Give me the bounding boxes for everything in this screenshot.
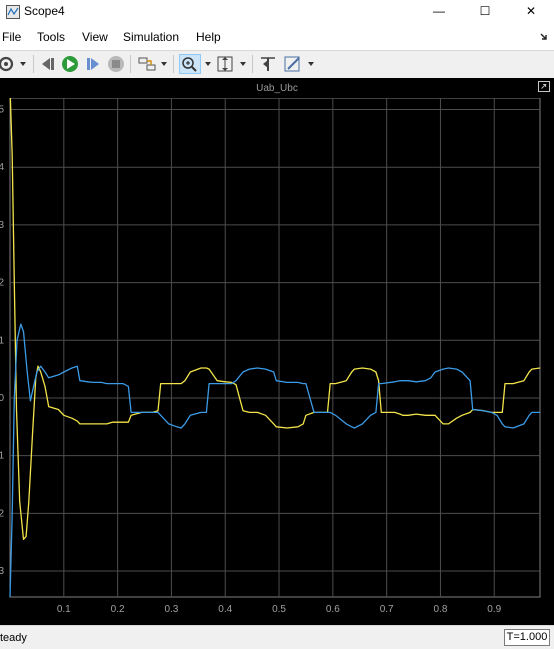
simulation-time: T=1.000 — [504, 629, 550, 646]
menu-bar: File Tools View Simulation Help — [0, 24, 554, 50]
scope-app-icon — [6, 5, 20, 19]
x-tick-label: 0.8 — [434, 604, 448, 615]
x-tick-label: 0.1 — [57, 604, 71, 615]
x-tick-label: 0.7 — [380, 604, 394, 615]
settings-icon[interactable] — [0, 54, 18, 74]
y-tick-label: 1 — [0, 335, 4, 346]
toolbar-separator — [33, 55, 34, 73]
y-tick-label: 1 — [0, 451, 4, 462]
scope-display[interactable]: 0.1 0.2 0.3 0.4 0.5 0.6 0.7 0.8 0.9 5 4 3 2 1 0 1 2 3 Uab… — [0, 78, 554, 625]
stop-icon[interactable] — [105, 54, 127, 74]
menu-help[interactable]: Help — [196, 30, 221, 44]
x-tick-label: 0.4 — [218, 604, 232, 615]
undock-icon[interactable] — [538, 81, 550, 92]
x-tick-label: 0.6 — [326, 604, 340, 615]
window-title: Scope4 — [24, 4, 65, 18]
minimize-button[interactable]: — — [416, 0, 462, 22]
zoom-icon — [182, 57, 197, 72]
settings-dropdown-icon[interactable] — [20, 62, 26, 66]
scale-axes-icon[interactable] — [214, 54, 236, 74]
y-tick-label: 5 — [0, 105, 4, 116]
x-tick-label: 0.2 — [111, 604, 125, 615]
toolbar-separator — [252, 55, 253, 73]
status-bar: teady T=1.000 — [0, 625, 554, 649]
plot-area — [9, 97, 541, 598]
y-tick-label: 2 — [0, 278, 4, 289]
highlight-dropdown-icon[interactable] — [308, 62, 314, 66]
step-forward-icon[interactable] — [82, 54, 104, 74]
x-tick-label: 0.3 — [164, 604, 178, 615]
run-icon[interactable] — [59, 54, 81, 74]
highlight-icon[interactable] — [282, 54, 304, 74]
toolbar — [0, 50, 554, 77]
maximize-button[interactable]: ☐ — [462, 0, 508, 22]
grid-lines — [9, 97, 541, 598]
menu-view[interactable]: View — [82, 30, 108, 44]
status-text: teady — [0, 632, 27, 644]
signal-select-dropdown-icon[interactable] — [161, 62, 167, 66]
zoom-button[interactable] — [179, 54, 201, 74]
step-back-icon[interactable] — [37, 54, 59, 74]
dock-arrow-icon[interactable] — [540, 33, 548, 41]
cursor-icon[interactable] — [257, 54, 279, 74]
scope-title-bar: Uab_Ubc — [0, 78, 554, 98]
plot-title: Uab_Ubc — [256, 83, 298, 94]
y-tick-label: 3 — [0, 566, 4, 577]
y-tick-label: 0 — [0, 393, 4, 404]
signal-select-icon[interactable] — [136, 54, 158, 74]
toolbar-separator — [130, 55, 131, 73]
y-tick-label: 2 — [0, 508, 4, 519]
menu-tools[interactable]: Tools — [37, 30, 65, 44]
y-tick-label: 3 — [0, 220, 4, 231]
menu-simulation[interactable]: Simulation — [123, 30, 179, 44]
close-button[interactable]: ✕ — [508, 0, 554, 22]
x-tick-label: 0.9 — [487, 604, 501, 615]
zoom-dropdown-icon[interactable] — [205, 62, 211, 66]
x-tick-label: 0.5 — [272, 604, 286, 615]
scope-plot[interactable]: 0.1 0.2 0.3 0.4 0.5 0.6 0.7 0.8 0.9 5 4 3 2 1 0 1 2 3 — [0, 78, 554, 625]
menu-file[interactable]: File — [2, 30, 21, 44]
scale-axes-dropdown-icon[interactable] — [240, 62, 246, 66]
window-titlebar: Scope4 — ☐ ✕ — [0, 0, 554, 24]
y-tick-label: 4 — [0, 162, 4, 173]
toolbar-separator — [173, 55, 174, 73]
